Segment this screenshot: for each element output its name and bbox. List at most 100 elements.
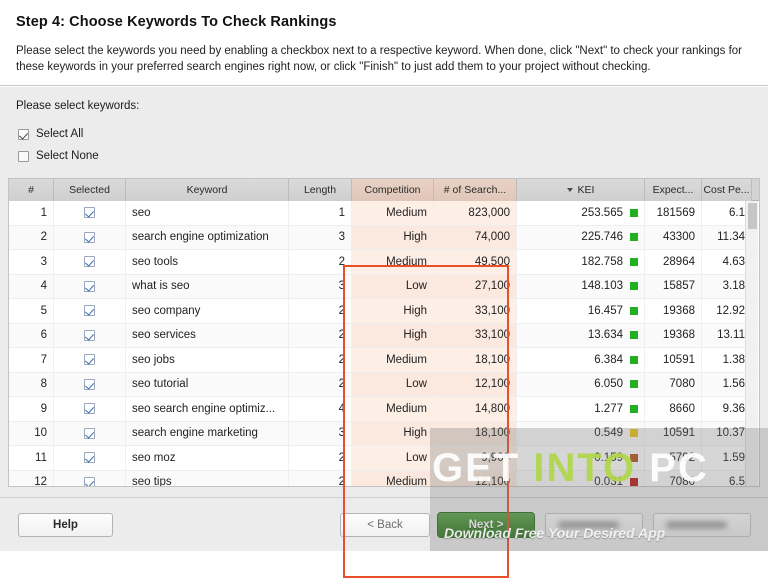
row-kei-cell: 148.103 [517, 274, 645, 298]
row-searches: 27,100 [434, 274, 517, 298]
kei-status-swatch-icon [630, 453, 638, 462]
column-header-length[interactable]: Length [289, 179, 352, 201]
row-keyword: seo tools [126, 250, 289, 274]
row-checkbox[interactable] [84, 403, 95, 415]
select-all-checkbox[interactable] [18, 128, 29, 140]
table-row[interactable]: 11 seo moz 2 Low 9,900 0.159 5792 1.59 [9, 446, 759, 471]
row-kei-cell: 0.031 [517, 470, 645, 486]
column-header-selected[interactable]: Selected [54, 179, 126, 201]
select-all-row[interactable]: Select All [18, 128, 83, 140]
column-header-competition[interactable]: Competition [352, 179, 434, 201]
row-number: 6 [9, 323, 54, 347]
row-expected: 19368 [645, 299, 702, 323]
row-checkbox[interactable] [84, 207, 95, 219]
row-keyword: seo jobs [126, 348, 289, 372]
table-row[interactable]: 8 seo tutorial 2 Low 12,100 6.050 7080 1.56 [9, 372, 759, 397]
select-none-row[interactable]: Select None [18, 150, 99, 162]
kei-status-swatch-icon [630, 355, 638, 364]
table-row[interactable]: 3 seo tools 2 Medium 49,500 182.758 28964 4.63 [9, 250, 759, 275]
row-expected: 7080 [645, 372, 702, 396]
kei-status-swatch-icon [630, 306, 638, 315]
column-header-searches[interactable]: # of Search... [434, 179, 517, 201]
select-none-checkbox[interactable] [18, 150, 29, 162]
row-expected: 10591 [645, 421, 702, 445]
column-header-keyword[interactable]: Keyword [126, 179, 289, 201]
table-row[interactable]: 10 search engine marketing 3 High 18,100 0.54… [9, 421, 759, 446]
row-competition: High [352, 225, 434, 249]
next-button[interactable]: Next > [437, 512, 535, 538]
kei-wrapper: 253.565 [523, 207, 638, 219]
row-selected-cell[interactable] [54, 250, 126, 274]
kei-wrapper: 0.549 [523, 427, 638, 439]
row-selected-cell[interactable] [54, 446, 126, 470]
row-selected-cell[interactable] [54, 225, 126, 249]
column-header-cost[interactable]: Cost Pe... [702, 179, 752, 201]
row-length: 2 [289, 446, 352, 470]
scrollbar-thumb[interactable] [748, 203, 757, 229]
row-kei-value: 0.549 [594, 427, 623, 440]
row-selected-cell[interactable] [54, 348, 126, 372]
row-checkbox[interactable] [84, 354, 95, 366]
row-kei-cell: 6.050 [517, 372, 645, 396]
row-length: 2 [289, 470, 352, 486]
row-checkbox[interactable] [84, 280, 95, 292]
row-searches: 9,900 [434, 446, 517, 470]
row-expected: 7080 [645, 470, 702, 486]
row-selected-cell[interactable] [54, 299, 126, 323]
column-header-number[interactable]: # [9, 179, 54, 201]
row-length: 1 [289, 201, 352, 225]
row-competition: Low [352, 446, 434, 470]
row-searches: 12,100 [434, 372, 517, 396]
row-checkbox[interactable] [84, 476, 95, 486]
select-keywords-label: Please select keywords: [16, 100, 140, 112]
row-number: 2 [9, 225, 54, 249]
column-header-expected[interactable]: Expect... [645, 179, 702, 201]
keywords-grid: # Selected Keyword Length Competition # … [8, 178, 760, 487]
finish-button[interactable] [545, 513, 643, 537]
table-row[interactable]: 7 seo jobs 2 Medium 18,100 6.384 10591 1.38 [9, 348, 759, 373]
row-expected: 19368 [645, 323, 702, 347]
row-checkbox[interactable] [84, 378, 95, 390]
row-kei-value: 16.457 [587, 304, 623, 317]
row-selected-cell[interactable] [54, 421, 126, 445]
table-row[interactable]: 2 search engine optimization 3 High 74,000 22… [9, 225, 759, 250]
table-row[interactable]: 9 seo search engine optimiz... 4 Medium 14,8… [9, 397, 759, 422]
row-length: 4 [289, 397, 352, 421]
page-title: Step 4: Choose Keywords To Check Ranking… [16, 14, 337, 30]
row-selected-cell[interactable] [54, 372, 126, 396]
row-checkbox[interactable] [84, 329, 95, 341]
row-checkbox[interactable] [84, 305, 95, 317]
grid-body: 1 seo 1 Medium 823,000 253.565 181569 6.1 2 searc… [9, 201, 759, 486]
table-row[interactable]: 1 seo 1 Medium 823,000 253.565 181569 6.1 [9, 201, 759, 226]
row-checkbox[interactable] [84, 231, 95, 243]
row-checkbox[interactable] [84, 256, 95, 268]
row-checkbox[interactable] [84, 427, 95, 439]
row-length: 2 [289, 348, 352, 372]
row-competition: Low [352, 372, 434, 396]
row-expected: 8660 [645, 397, 702, 421]
row-keyword: seo company [126, 299, 289, 323]
table-row[interactable]: 6 seo services 2 High 33,100 13.634 19368 13.11 [9, 323, 759, 348]
kei-wrapper: 225.746 [523, 231, 638, 243]
row-selected-cell[interactable] [54, 323, 126, 347]
row-length: 3 [289, 274, 352, 298]
row-searches: 33,100 [434, 323, 517, 347]
back-button[interactable]: < Back [340, 513, 430, 537]
row-length: 3 [289, 225, 352, 249]
table-row[interactable]: 5 seo company 2 High 33,100 16.457 19368 12.92 [9, 299, 759, 324]
row-checkbox[interactable] [84, 452, 95, 464]
cancel-button[interactable] [653, 513, 751, 537]
table-row[interactable]: 12 seo tips 2 Medium 12,100 0.031 7080 6.5 [9, 470, 759, 486]
kei-status-swatch-icon [630, 404, 638, 413]
help-button[interactable]: Help [18, 513, 113, 537]
column-header-kei[interactable]: KEI [517, 179, 645, 201]
row-selected-cell[interactable] [54, 470, 126, 486]
row-length: 2 [289, 299, 352, 323]
row-selected-cell[interactable] [54, 274, 126, 298]
grid-vertical-scrollbar[interactable] [745, 201, 758, 486]
row-number: 10 [9, 421, 54, 445]
row-selected-cell[interactable] [54, 397, 126, 421]
table-row[interactable]: 4 what is seo 3 Low 27,100 148.103 15857 3.18 [9, 274, 759, 299]
cancel-button-label-blurred [665, 521, 727, 529]
row-selected-cell[interactable] [54, 201, 126, 225]
